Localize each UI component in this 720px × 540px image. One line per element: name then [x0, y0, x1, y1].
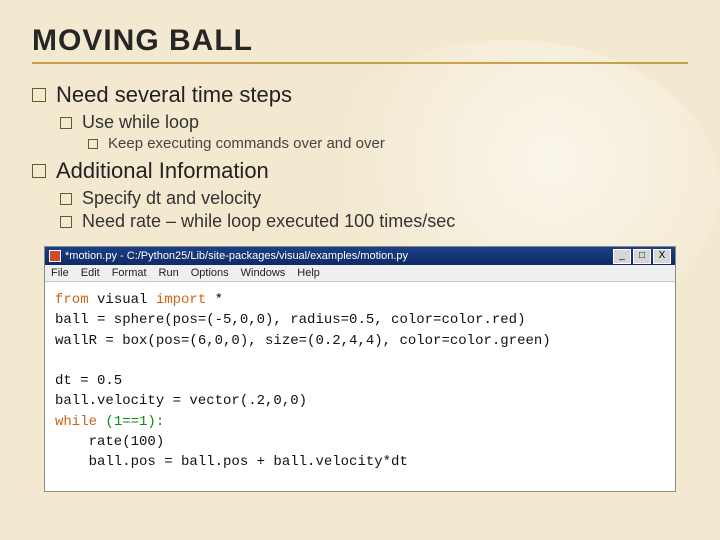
bullet-icon: [32, 164, 46, 178]
code-line: ball.pos = ball.pos + ball.velocity*dt: [55, 454, 408, 470]
code-line: ball.velocity = vector(.2,0,0): [55, 393, 307, 409]
slide-title: MOVING BALL: [32, 24, 688, 58]
bullet-text: Use while loop: [82, 112, 199, 133]
menu-format[interactable]: Format: [112, 267, 147, 279]
minimize-button[interactable]: _: [613, 249, 631, 264]
bullet-text: Keep executing commands over and over: [108, 135, 385, 152]
bullet-need-rate: Need rate – while loop executed 100 time…: [60, 211, 688, 232]
menu-windows[interactable]: Windows: [241, 267, 286, 279]
bullet-text: Need rate – while loop executed 100 time…: [82, 211, 455, 232]
bullet-icon: [32, 88, 46, 102]
bullet-text: Additional Information: [56, 158, 269, 184]
bullet-text: Specify dt and velocity: [82, 188, 261, 209]
title-underline: [32, 62, 688, 64]
editor-window: *motion.py - C:/Python25/Lib/site-packag…: [44, 246, 676, 492]
menu-options[interactable]: Options: [191, 267, 229, 279]
bullet-additional-info: Additional Information: [32, 158, 688, 184]
bullet-icon: [60, 193, 72, 205]
menu-bar: File Edit Format Run Options Windows Hel…: [45, 265, 675, 282]
maximize-button[interactable]: □: [633, 249, 651, 264]
code-kw: while: [55, 414, 97, 430]
bullet-text: Need several time steps: [56, 82, 292, 108]
code-text: (1==1):: [97, 414, 164, 430]
app-icon: [49, 250, 61, 262]
bullet-icon: [60, 216, 72, 228]
code-line: dt = 0.5: [55, 373, 122, 389]
window-titlebar[interactable]: *motion.py - C:/Python25/Lib/site-packag…: [45, 247, 675, 265]
bullet-specify-dt: Specify dt and velocity: [60, 188, 688, 209]
close-button[interactable]: X: [653, 249, 671, 264]
bullet-use-while-loop: Use while loop: [60, 112, 688, 133]
window-title: *motion.py - C:/Python25/Lib/site-packag…: [65, 250, 613, 262]
code-line: wallR = box(pos=(6,0,0), size=(0.2,4,4),…: [55, 333, 551, 349]
code-line: ball = sphere(pos=(-5,0,0), radius=0.5, …: [55, 312, 525, 328]
code-editor[interactable]: from visual import * ball = sphere(pos=(…: [45, 282, 675, 491]
menu-file[interactable]: File: [51, 267, 69, 279]
code-text: *: [206, 292, 223, 308]
bullet-icon: [60, 117, 72, 129]
menu-edit[interactable]: Edit: [81, 267, 100, 279]
bullet-icon: [88, 139, 98, 149]
code-text: visual: [89, 292, 156, 308]
bullet-need-time-steps: Need several time steps: [32, 82, 688, 108]
menu-help[interactable]: Help: [297, 267, 320, 279]
bullet-keep-executing: Keep executing commands over and over: [88, 135, 688, 152]
code-kw: import: [156, 292, 206, 308]
menu-run[interactable]: Run: [159, 267, 179, 279]
code-line: rate(100): [55, 434, 164, 450]
code-kw: from: [55, 292, 89, 308]
